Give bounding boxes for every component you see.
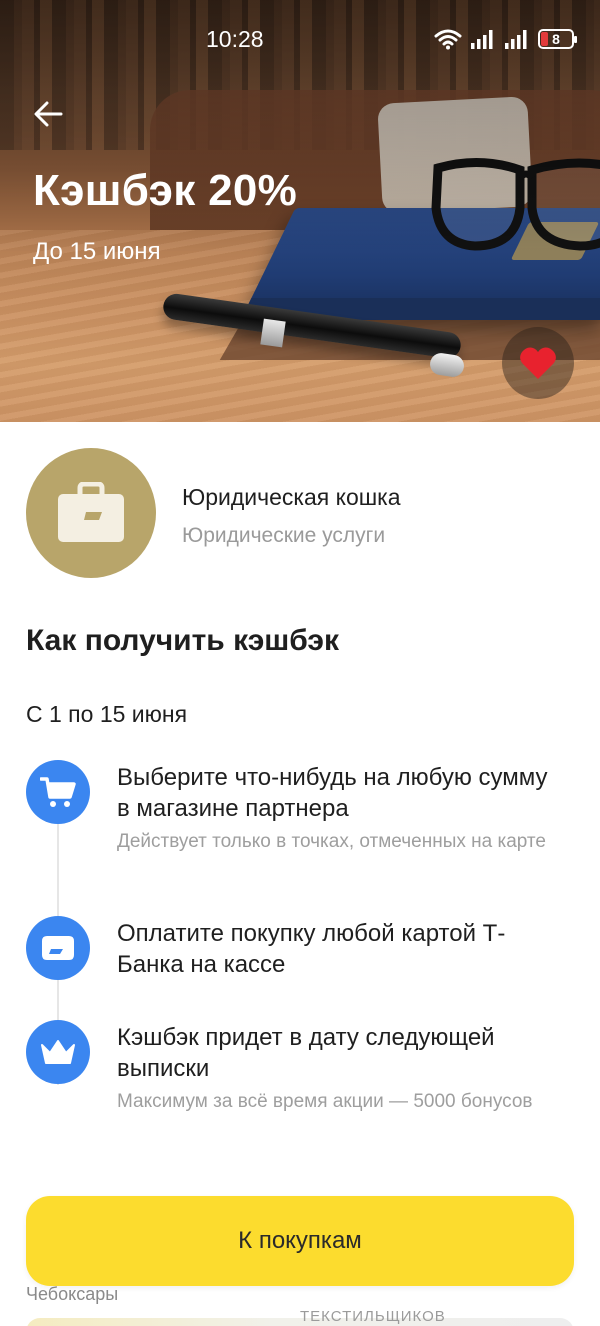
steps-list: Выберите что-нибудь на любую сумму в маг… [26,760,586,1150]
step-icon [26,1020,90,1084]
merchant-logo [26,448,156,578]
section-title: Как получить кэшбэк [26,624,339,657]
step-text: Выберите что-нибудь на любую сумму в маг… [117,764,548,822]
merchant-name: Юридическая кошка [182,484,401,510]
signal-icon-2 [505,30,527,49]
favorite-button[interactable] [502,327,574,399]
battery-level: 8 [552,31,560,47]
page-title: Кэшбэк 20% [33,166,298,215]
back-button[interactable] [28,94,68,134]
merchant-card[interactable]: Юридическая кошка Юридические услуги [26,448,586,578]
status-icons: 8 [434,28,577,50]
step-icon [26,916,90,980]
arrow-left-icon [34,101,63,127]
briefcase-icon [58,482,124,542]
cart-icon [40,777,76,807]
step-text: Оплатите покупку любой картой Т-Банка на… [117,920,506,978]
map-street-label: ТЕКСТИЛЬЩИКОВ [300,1308,446,1325]
merchant-category: Юридические услуги [182,524,386,547]
crown-icon [41,1040,75,1064]
card-icon [42,936,74,960]
status-time: 10:28 [206,26,264,52]
page-subtitle: До 15 июня [33,238,161,265]
to-shopping-button[interactable]: К покупкам [26,1196,574,1286]
promo-period: С 1 по 15 июня [26,701,188,727]
heart-icon [520,347,556,379]
step-note: Максимум за всё время акции — 5000 бонус… [117,1091,533,1112]
wifi-icon [434,29,462,50]
battery-icon: 8 [538,29,577,49]
status-bar: 10:28 8 [0,0,600,80]
map-city: Чебоксары [26,1284,119,1304]
step-note: Действует только в точках, отмеченных на… [117,831,546,852]
signal-icon [471,30,493,49]
step-icon [26,760,90,824]
step-text: Кэшбэк придет в дату следующей выписки [117,1024,495,1082]
